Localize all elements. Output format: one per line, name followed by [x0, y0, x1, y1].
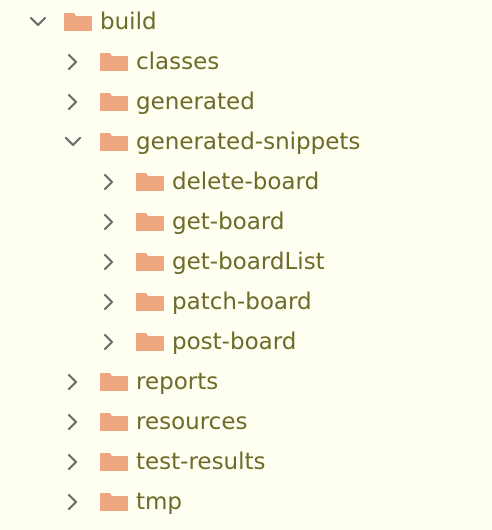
tree-node-patch-board[interactable]: patch-board: [0, 282, 492, 322]
chevron-right-icon[interactable]: [63, 92, 83, 112]
chevron-right-icon[interactable]: [99, 212, 119, 232]
tree-node-delete-board[interactable]: delete-board: [0, 162, 492, 202]
tree-node-label: generated-snippets: [136, 129, 361, 155]
tree-node-label: generated: [136, 89, 255, 115]
tree-node-classes[interactable]: classes: [0, 42, 492, 82]
tree-node-label: delete-board: [172, 169, 320, 195]
chevron-right-icon[interactable]: [99, 172, 119, 192]
tree-node-label: test-results: [136, 449, 266, 475]
folder-icon: [135, 252, 165, 272]
chevron-right-icon[interactable]: [63, 52, 83, 72]
folder-icon: [99, 452, 129, 472]
tree-node-generated[interactable]: generated: [0, 82, 492, 122]
folder-icon: [135, 292, 165, 312]
tree-node-label: tmp: [136, 489, 183, 515]
tree-node-post-board[interactable]: post-board: [0, 322, 492, 362]
folder-icon: [135, 172, 165, 192]
tree-node-label: resources: [136, 409, 248, 435]
tree-node-test-results[interactable]: test-results: [0, 442, 492, 482]
tree-node-resources[interactable]: resources: [0, 402, 492, 442]
folder-icon: [99, 52, 129, 72]
tree-node-label: get-boardList: [172, 249, 325, 275]
chevron-right-icon[interactable]: [99, 252, 119, 272]
folder-icon: [135, 212, 165, 232]
folder-icon: [99, 492, 129, 512]
tree-node-build[interactable]: build: [0, 2, 492, 42]
tree-node-label: post-board: [172, 329, 297, 355]
project-file-tree: build classes generated generated-snippe…: [0, 0, 492, 530]
tree-node-get-boardlist[interactable]: get-boardList: [0, 242, 492, 282]
chevron-right-icon[interactable]: [99, 332, 119, 352]
tree-node-reports[interactable]: reports: [0, 362, 492, 402]
folder-icon: [99, 412, 129, 432]
tree-node-label: build: [100, 9, 157, 35]
chevron-right-icon[interactable]: [63, 412, 83, 432]
chevron-right-icon[interactable]: [63, 492, 83, 512]
tree-node-label: classes: [136, 49, 220, 75]
chevron-down-icon[interactable]: [28, 12, 48, 32]
folder-icon: [99, 92, 129, 112]
folder-icon: [99, 372, 129, 392]
folder-icon: [99, 132, 129, 152]
folder-icon: [63, 12, 93, 32]
tree-node-generated-snippets[interactable]: generated-snippets: [0, 122, 492, 162]
chevron-right-icon[interactable]: [63, 372, 83, 392]
tree-node-label: get-board: [172, 209, 285, 235]
tree-node-get-board[interactable]: get-board: [0, 202, 492, 242]
tree-node-label: patch-board: [172, 289, 312, 315]
chevron-right-icon[interactable]: [99, 292, 119, 312]
folder-icon: [135, 332, 165, 352]
tree-node-label: reports: [136, 369, 219, 395]
chevron-right-icon[interactable]: [63, 452, 83, 472]
chevron-down-icon[interactable]: [63, 132, 83, 152]
tree-node-tmp[interactable]: tmp: [0, 482, 492, 522]
